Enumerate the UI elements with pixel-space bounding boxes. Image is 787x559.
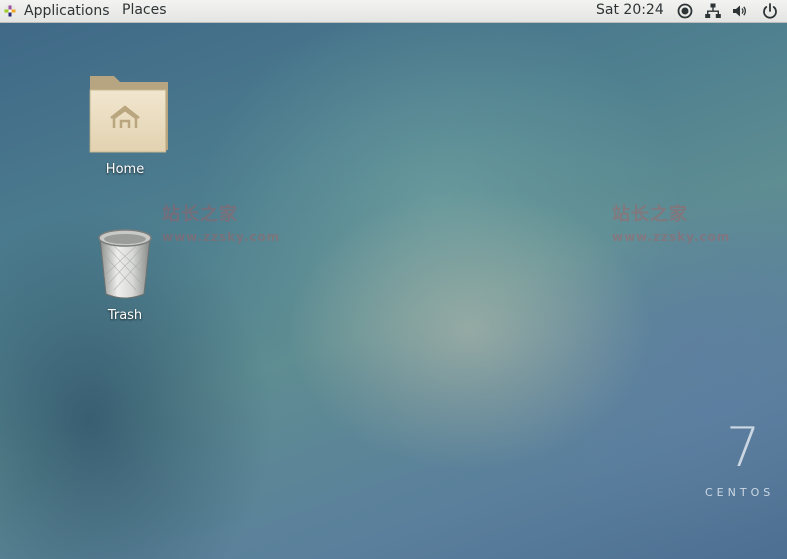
gnome-foot-icon [3,4,17,18]
watermark-left: 站长之家 www.zzsky.com [162,200,280,244]
watermark-url: www.zzsky.com [612,230,731,244]
applications-menu[interactable]: Applications [3,0,110,22]
accessibility-icon[interactable] [676,2,694,20]
top-panel: Applications Places Sat 20:24 [0,0,787,23]
places-menu[interactable]: Places [122,0,167,21]
power-icon[interactable] [761,2,779,20]
watermark-logo: 站长之家 [162,204,238,225]
applications-label: Applications [24,2,110,19]
clock[interactable]: Sat 20:24 [596,0,664,21]
desktop-icon-label: Home [105,162,145,177]
version-number: 7 [726,416,761,479]
trash-icon [98,229,152,299]
watermark-right: 站长之家 www.zzsky.com [612,200,730,244]
volume-icon[interactable] [731,2,749,20]
distro-name: CENTOS [705,486,775,499]
desktop-icon-trash[interactable]: Trash [75,224,175,323]
desktop-screen: Applications Places Sat 20:24 站长之家 www.z… [0,0,787,559]
network-icon[interactable] [704,2,722,20]
desktop-icon-label: Trash [107,308,143,323]
watermark-logo: 站长之家 [612,204,688,225]
desktop-icon-home[interactable]: Home [75,70,175,177]
watermark-url: www.zzsky.com [162,230,281,244]
home-folder-icon [89,76,168,153]
